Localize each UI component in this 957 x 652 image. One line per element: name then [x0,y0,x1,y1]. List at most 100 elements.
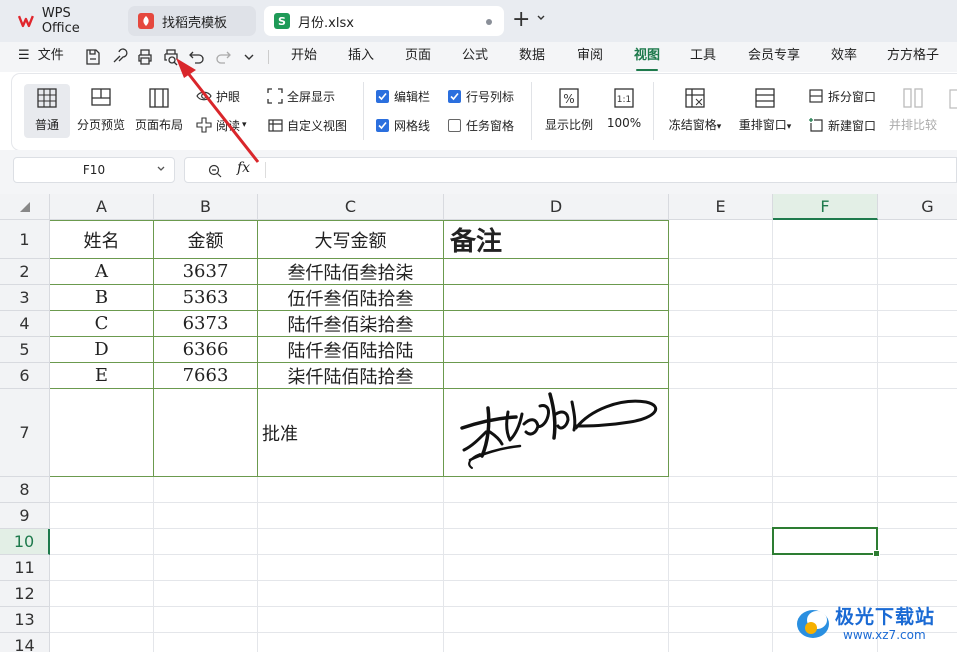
cell-a6[interactable]: E [50,363,153,388]
tab-file-monthly[interactable]: S 月份.xlsx [264,6,504,36]
rearrange-icon [755,88,775,108]
formula-input[interactable]: fx [184,157,957,183]
tab-daoke-templates[interactable]: 找稻壳模板 [128,6,256,36]
tab-member[interactable]: 会员专享 [748,42,800,72]
custom-view-button[interactable]: 自定义视图 [267,116,347,134]
column-header-f[interactable]: F [773,194,878,220]
cell-a1[interactable]: 姓名 [50,221,153,258]
row-col-header-checkbox[interactable]: 行号列标 [448,87,514,105]
name-box-chevron-icon[interactable] [156,162,166,176]
cell-b1[interactable]: 金额 [154,221,257,258]
cell-c5[interactable]: 陆仟叁佰陆拾陆 [258,337,443,362]
row-header-10[interactable]: 10 [0,529,50,555]
freeze-chevron-icon: ▾ [716,122,722,132]
freeze-panes-button[interactable]: 冻结窗格▾ [664,84,726,138]
tab-wps-office[interactable]: WPS Office [8,6,122,36]
new-tab-plus-icon[interactable]: + [512,8,530,32]
row-header-2[interactable]: 2 [0,259,50,285]
row-header-12[interactable]: 12 [0,581,50,607]
cell-a5[interactable]: D [50,337,153,362]
normal-view-label: 普通 [34,118,59,132]
cell-c7[interactable]: 批准 [258,389,443,476]
tab-list-chevron-icon[interactable] [536,14,546,22]
page-break-preview-button[interactable]: 分页预览 [74,84,128,138]
column-header-c[interactable]: C [258,194,444,220]
print-icon[interactable] [136,48,154,66]
cell-c3[interactable]: 伍仟叁佰陆拾叁 [258,285,443,310]
file-menu[interactable]: ☰ 文件 [18,42,64,72]
redo-icon[interactable] [214,48,232,66]
row-header-8[interactable]: 8 [0,477,50,503]
cell-b4[interactable]: 6373 [154,311,257,336]
cell-a2[interactable]: A [50,259,153,284]
tab-fangfang[interactable]: 方方格子 [887,42,939,72]
tab-tools[interactable]: 工具 [690,42,716,72]
side-by-side-button[interactable]: 并排比较 [886,84,940,138]
gridlines-checkbox[interactable]: 网格线 [376,116,430,134]
fullscreen-button[interactable]: 全屏显示 [267,87,335,105]
column-header-b[interactable]: B [154,194,258,220]
column-header-d[interactable]: D [444,194,669,220]
tab-page[interactable]: 页面 [405,42,431,72]
row-header-5[interactable]: 5 [0,337,50,363]
cell-a4[interactable]: C [50,311,153,336]
normal-view-button[interactable]: 普通 [24,84,70,138]
row-header-6[interactable]: 6 [0,363,50,389]
tab-efficiency[interactable]: 效率 [831,42,857,72]
spreadsheet-grid[interactable]: A B C D E F G 1 2 3 4 5 6 7 8 9 10 11 12… [0,194,957,652]
cell-c6[interactable]: 柒仟陆佰陆拾叁 [258,363,443,388]
cell-a3[interactable]: B [50,285,153,310]
row-header-3[interactable]: 3 [0,285,50,311]
fx-icon[interactable]: fx [237,160,250,176]
reading-mode-button[interactable]: 阅读 ▾ [196,116,247,134]
row-col-header-label: 行号列标 [466,89,515,104]
zoom-search-icon[interactable] [207,163,223,179]
cell-b6[interactable]: 7663 [154,363,257,388]
cell-b2[interactable]: 3637 [154,259,257,284]
selected-cell-f10[interactable] [772,527,880,557]
tab-review[interactable]: 审阅 [577,42,603,72]
page-layout-button[interactable]: 页面布局 [132,84,186,138]
column-header-g[interactable]: G [878,194,957,220]
new-window-button[interactable]: 新建窗口 [808,116,876,134]
zoom-100-button[interactable]: 1:1 100% [602,84,646,138]
ribbon-overflow-icon[interactable] [948,88,957,110]
task-pane-checkbox[interactable]: 任务窗格 [448,116,514,134]
row-header-7[interactable]: 7 [0,389,50,477]
cell-c2[interactable]: 叁仟陆佰叁拾柒 [258,259,443,284]
cell-b3[interactable]: 5363 [154,285,257,310]
row-header-11[interactable]: 11 [0,555,50,581]
tab-insert[interactable]: 插入 [348,42,374,72]
row-header-4[interactable]: 4 [0,311,50,337]
eye-care-button[interactable]: 护眼 [196,87,240,105]
cell-d1[interactable]: 备注 [444,221,668,258]
checkbox-checked-icon [376,89,389,103]
quick-access-more-chevron-icon[interactable] [240,48,258,66]
save-icon[interactable] [84,48,102,66]
row-header-1[interactable]: 1 [0,220,50,259]
row-header-9[interactable]: 9 [0,503,50,529]
rearrange-windows-button[interactable]: 重排窗口▾ [734,84,796,138]
table-border [668,220,669,477]
tab-data[interactable]: 数据 [519,42,545,72]
tab-view[interactable]: 视图 [634,42,660,72]
name-box[interactable]: F10 [13,157,175,183]
split-window-button[interactable]: 拆分窗口 [808,87,876,105]
tab-home[interactable]: 开始 [291,42,317,72]
row-header-14[interactable]: 14 [0,633,50,652]
print-preview-icon[interactable] [162,48,180,66]
edit-bar-checkbox[interactable]: 编辑栏 [376,87,430,105]
cell-c1[interactable]: 大写金额 [258,221,443,258]
export-icon[interactable] [110,48,128,66]
menu-divider [268,50,269,64]
handwritten-signature-image[interactable] [450,384,665,479]
cell-b5[interactable]: 6366 [154,337,257,362]
row-header-13[interactable]: 13 [0,607,50,633]
undo-icon[interactable] [188,48,206,66]
select-all-corner[interactable] [0,194,50,220]
column-header-a[interactable]: A [50,194,154,220]
zoom-ratio-button[interactable]: % 显示比例 [542,84,596,138]
cell-c4[interactable]: 陆仟叁佰柒拾叁 [258,311,443,336]
tab-formula[interactable]: 公式 [462,42,488,72]
column-header-e[interactable]: E [669,194,773,220]
